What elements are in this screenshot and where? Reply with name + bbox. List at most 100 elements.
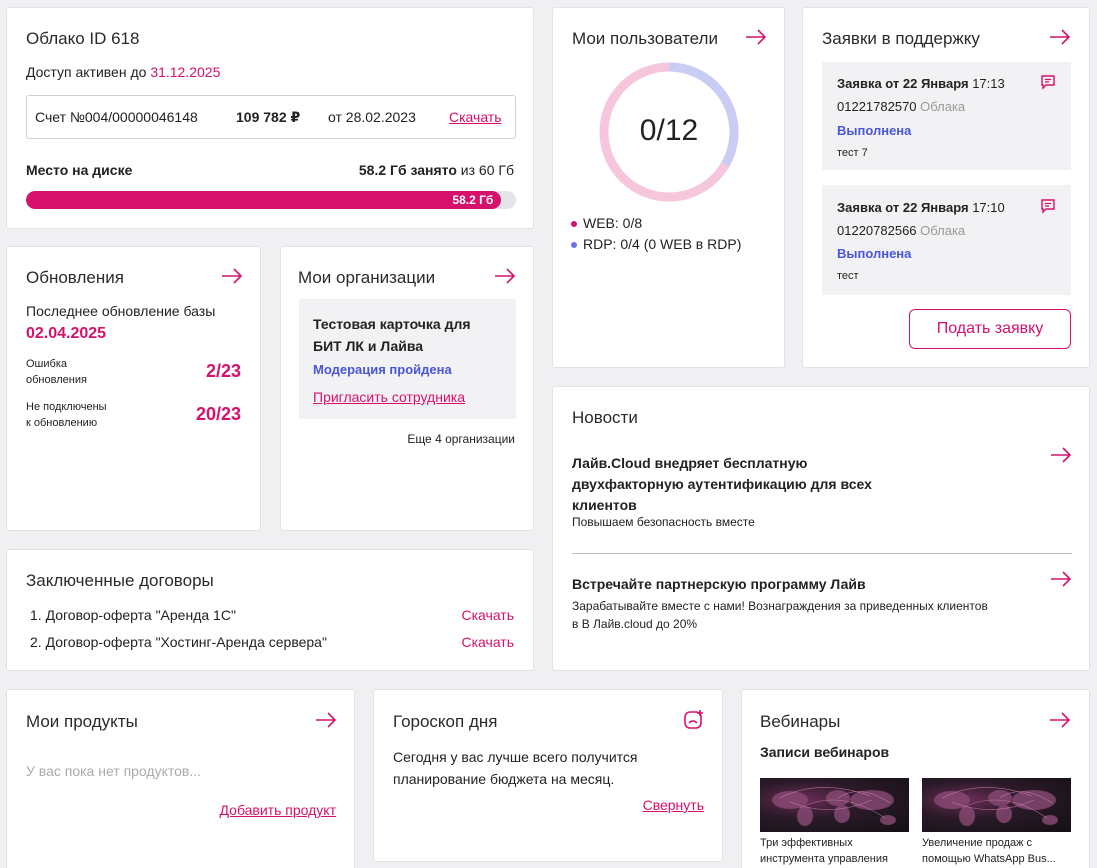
users-title: Мои пользователи bbox=[572, 29, 718, 48]
contracts-card: Заключенные договоры 1. Договор-оферта "… bbox=[6, 549, 534, 671]
news-item-arrow-icon[interactable] bbox=[1050, 571, 1072, 587]
horoscope-icon bbox=[683, 709, 705, 736]
access-date: 31.12.2025 bbox=[150, 64, 221, 80]
error-label-line: обновления bbox=[26, 374, 87, 386]
news-headline-line: клиентов bbox=[572, 497, 637, 513]
news-item-headline[interactable]: Встречайте партнерскую программу Лайв bbox=[572, 576, 866, 592]
products-empty-text: У вас пока нет продуктов... bbox=[26, 763, 202, 779]
error-value: 2/23 bbox=[205, 361, 241, 381]
add-product-link[interactable]: Добавить продукт bbox=[220, 802, 336, 818]
invite-employee-link[interactable]: Пригласить сотрудника bbox=[313, 389, 465, 405]
nc-label-line: к обновлению bbox=[26, 417, 98, 429]
users-rdp-legend: RDP: 0/4 (0 WEB в RDP) bbox=[571, 236, 741, 252]
webinars-title: Вебинары bbox=[760, 712, 841, 731]
organizations-arrow-icon[interactable] bbox=[494, 268, 516, 284]
webinars-subtitle: Записи вебинаров bbox=[760, 744, 890, 760]
web-dot-icon bbox=[571, 221, 577, 228]
ticket-title-text: Заявка от 22 Января bbox=[837, 76, 969, 91]
news-item-subtitle: Повышаем безопасность вместе bbox=[572, 515, 755, 529]
invoice-box: Счет №004/00000046148 109 782 ₽ от 28.02… bbox=[26, 95, 516, 139]
last-update-label: Последнее обновление базы bbox=[26, 303, 216, 319]
support-card: Заявки в поддержку Заявка от 22 Января 1… bbox=[802, 7, 1090, 368]
cloud-title: Облако ID 618 bbox=[26, 29, 140, 48]
updates-card: Обновления Последнее обновление базы 02.… bbox=[6, 246, 261, 531]
news-item-headline[interactable]: Лайв.Cloud внедряет бесплатную двухфакто… bbox=[572, 453, 872, 516]
chat-icon[interactable] bbox=[1040, 74, 1056, 95]
world-map-image bbox=[934, 787, 1058, 826]
disk-progress-fill: 58.2 Гб bbox=[26, 191, 502, 209]
chat-icon[interactable] bbox=[1040, 198, 1056, 219]
support-arrow-icon[interactable] bbox=[1049, 29, 1071, 45]
updates-arrow-icon[interactable] bbox=[221, 268, 243, 284]
moderation-status: Модерация пройдена bbox=[313, 362, 452, 377]
invoice-number: Счет №004/00000046148 bbox=[35, 109, 198, 125]
contract-download-link[interactable]: Скачать bbox=[462, 634, 515, 650]
webinar-caption[interactable]: Три эффективных инструмента управления bbox=[760, 835, 888, 867]
webinars-arrow-icon[interactable] bbox=[1049, 712, 1071, 728]
ticket-title: Заявка от 22 Января 17:13 bbox=[837, 76, 1005, 91]
ticket-category: Облака bbox=[920, 99, 966, 114]
webinars-card: Вебинары Записи вебинаров Три эффективны… bbox=[741, 689, 1090, 868]
ticket-text: тест 7 bbox=[837, 147, 868, 159]
support-title: Заявки в поддержку bbox=[822, 29, 980, 48]
disk-label: Место на диске bbox=[26, 162, 133, 178]
horoscope-text-line: Сегодня у вас лучше всего получится bbox=[393, 749, 638, 765]
users-center-value: 0/12 bbox=[639, 114, 699, 147]
webinar-caption[interactable]: Увеличение продаж с помощью WhatsApp Bus… bbox=[922, 835, 1056, 867]
ticket-number: 01221782570 bbox=[837, 99, 917, 114]
news-headline-line: Лайв.Cloud внедряет бесплатную bbox=[572, 455, 808, 471]
ticket-item[interactable]: Заявка от 22 Января 17:13 01221782570 Об… bbox=[822, 62, 1071, 170]
rdp-dot-icon bbox=[571, 242, 577, 249]
organizations-title: Мои организации bbox=[298, 268, 436, 287]
invoice-amount: 109 782 ₽ bbox=[236, 109, 301, 125]
access-prefix: Доступ активен до bbox=[26, 64, 147, 80]
news-item-arrow-icon[interactable] bbox=[1050, 447, 1072, 463]
nc-label-line: Не подключены bbox=[26, 401, 107, 413]
last-update-date: 02.04.2025 bbox=[26, 325, 107, 342]
submit-ticket-button[interactable]: Подать заявку bbox=[909, 309, 1071, 349]
rdp-legend-text: RDP: 0/4 (0 WEB в RDP) bbox=[583, 236, 742, 252]
not-connected-label: Не подключены к обновлению bbox=[26, 399, 107, 431]
ticket-time: 17:13 bbox=[972, 76, 1005, 91]
ticket-item[interactable]: Заявка от 22 Января 17:10 01220782566 Об… bbox=[822, 185, 1071, 295]
ticket-number-line: 01221782570 Облака bbox=[837, 99, 965, 114]
organization-item[interactable]: Тестовая карточка для БИТ ЛК и Лайва Мод… bbox=[299, 299, 516, 419]
disk-progress-bar: 58.2 Гб bbox=[26, 191, 516, 209]
error-label: Ошибка обновления bbox=[26, 356, 87, 388]
news-headline-line: двухфакторную аутентификацию для всех bbox=[572, 476, 872, 492]
updates-title: Обновления bbox=[26, 268, 124, 287]
horoscope-title: Гороскоп дня bbox=[393, 712, 498, 731]
webinar-thumbnail[interactable] bbox=[760, 778, 909, 832]
not-connected-value: 20/23 bbox=[195, 404, 241, 424]
invoice-date: от 28.02.2023 bbox=[328, 109, 416, 125]
disk-bar-label: 58.2 Гб bbox=[452, 193, 494, 207]
users-arrow-icon[interactable] bbox=[745, 29, 767, 45]
webinar-thumbnail[interactable] bbox=[922, 778, 1071, 832]
ticket-status: Выполнена bbox=[837, 246, 912, 261]
users-web-legend: WEB: 0/8 bbox=[571, 215, 642, 231]
webinar-caption-line: инструмента управления bbox=[760, 853, 888, 865]
news-item-subtitle: Зарабатывайте вместе с нами! Вознагражде… bbox=[572, 597, 988, 633]
world-map-image bbox=[772, 787, 896, 826]
news-title: Новости bbox=[572, 408, 638, 427]
contract-item: 2. Договор-оферта "Хостинг-Аренда сервер… bbox=[30, 634, 327, 650]
products-arrow-icon[interactable] bbox=[315, 712, 337, 728]
ticket-title: Заявка от 22 Января 17:10 bbox=[837, 200, 1005, 215]
organization-name-line: Тестовая карточка для bbox=[313, 316, 471, 332]
horoscope-card: Гороскоп дня Сегодня у вас лучше всего п… bbox=[373, 689, 723, 862]
disk-used: 58.2 Гб занято bbox=[358, 162, 457, 178]
more-organizations-link[interactable]: Еще 4 организации bbox=[407, 432, 515, 446]
error-label-line: Ошибка bbox=[26, 358, 67, 370]
contract-download-link[interactable]: Скачать bbox=[462, 607, 515, 623]
news-subtitle-line: Зарабатывайте вместе с нами! Вознагражде… bbox=[572, 599, 988, 613]
ticket-text: тест bbox=[837, 270, 859, 282]
products-title: Мои продукты bbox=[26, 712, 138, 731]
webinar-caption-line: помощью WhatsApp Bus... bbox=[922, 853, 1056, 865]
ticket-time: 17:10 bbox=[972, 200, 1005, 215]
collapse-link[interactable]: Свернуть bbox=[643, 797, 704, 813]
products-card: Мои продукты У вас пока нет продуктов...… bbox=[6, 689, 355, 868]
contracts-title: Заключенные договоры bbox=[26, 571, 214, 590]
invoice-download-link[interactable]: Скачать bbox=[449, 109, 502, 125]
horoscope-text-line: планирование бюджета на месяц. bbox=[393, 771, 615, 787]
disk-total: из 60 Гб bbox=[460, 162, 514, 178]
